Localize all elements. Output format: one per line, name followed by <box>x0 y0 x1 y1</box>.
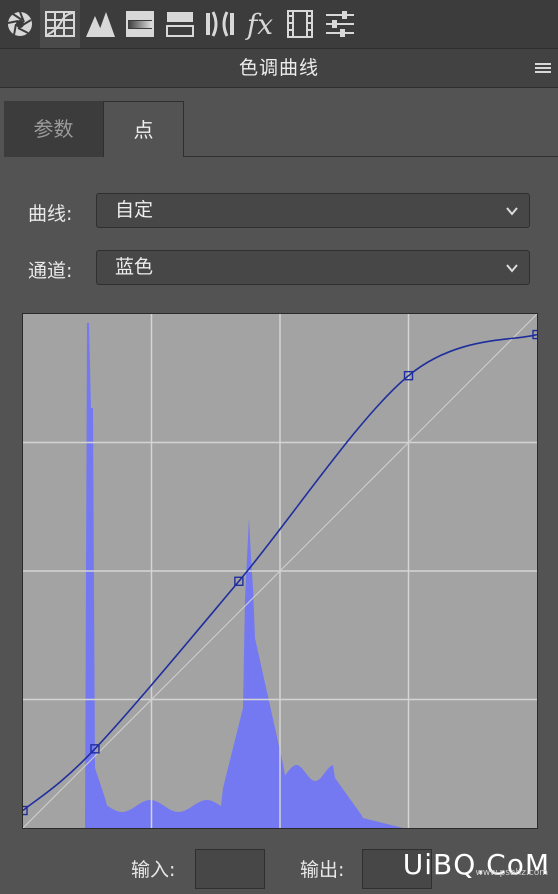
triangles-icon <box>86 12 115 37</box>
lens-tool[interactable] <box>200 0 240 48</box>
split-toning-tool[interactable] <box>160 0 200 48</box>
site-watermark: UiBQ.CoM www.psahz.com <box>380 846 558 894</box>
detail-tool[interactable] <box>80 0 120 48</box>
camera-calibration-tool[interactable] <box>280 0 320 48</box>
input-field[interactable] <box>195 849 265 889</box>
tab-divider <box>184 156 558 157</box>
channel-value: 蓝色 <box>115 256 154 278</box>
channel-select[interactable]: 蓝色 <box>96 250 530 285</box>
gradient-bar-icon <box>126 11 154 37</box>
watermark-url: www.psahz.com <box>475 868 548 878</box>
film-strip-icon <box>287 10 313 38</box>
sliders-icon <box>326 11 354 37</box>
tone-curve-canvas[interactable] <box>23 314 537 828</box>
fx-icon: fx <box>246 7 274 41</box>
channel-label: 通道: <box>28 260 73 282</box>
curve-preset-label: 曲线: <box>28 203 73 225</box>
curve-preset-select[interactable]: 自定 <box>96 193 530 228</box>
input-label: 输入: <box>131 859 176 881</box>
panel-menu-icon[interactable] <box>534 59 552 77</box>
panel-title: 色调曲线 <box>238 57 319 79</box>
adjustment-toolbar: fx <box>0 0 558 48</box>
chevron-down-icon <box>506 264 518 273</box>
hsl-tool[interactable] <box>120 0 160 48</box>
tab-point[interactable]: 点 <box>103 101 184 157</box>
panel-header: 色调曲线 <box>0 48 558 88</box>
grid-table-icon <box>45 11 75 37</box>
presets-tool[interactable] <box>320 0 360 48</box>
output-label: 输出: <box>300 859 345 881</box>
effects-tool[interactable]: fx <box>240 0 280 48</box>
curve-preset-value: 自定 <box>115 199 154 221</box>
tab-parametric[interactable]: 参数 <box>4 101 103 157</box>
tone-curve-graph[interactable] <box>22 313 538 829</box>
chevron-down-icon <box>506 207 518 216</box>
tone-curve-tool[interactable] <box>40 0 80 48</box>
lens-icon <box>206 11 234 37</box>
split-bars-icon <box>166 12 194 37</box>
basic-tool[interactable] <box>0 0 40 48</box>
aperture-icon <box>7 11 32 36</box>
curve-mode-tabs: 参数 点 <box>4 101 558 157</box>
